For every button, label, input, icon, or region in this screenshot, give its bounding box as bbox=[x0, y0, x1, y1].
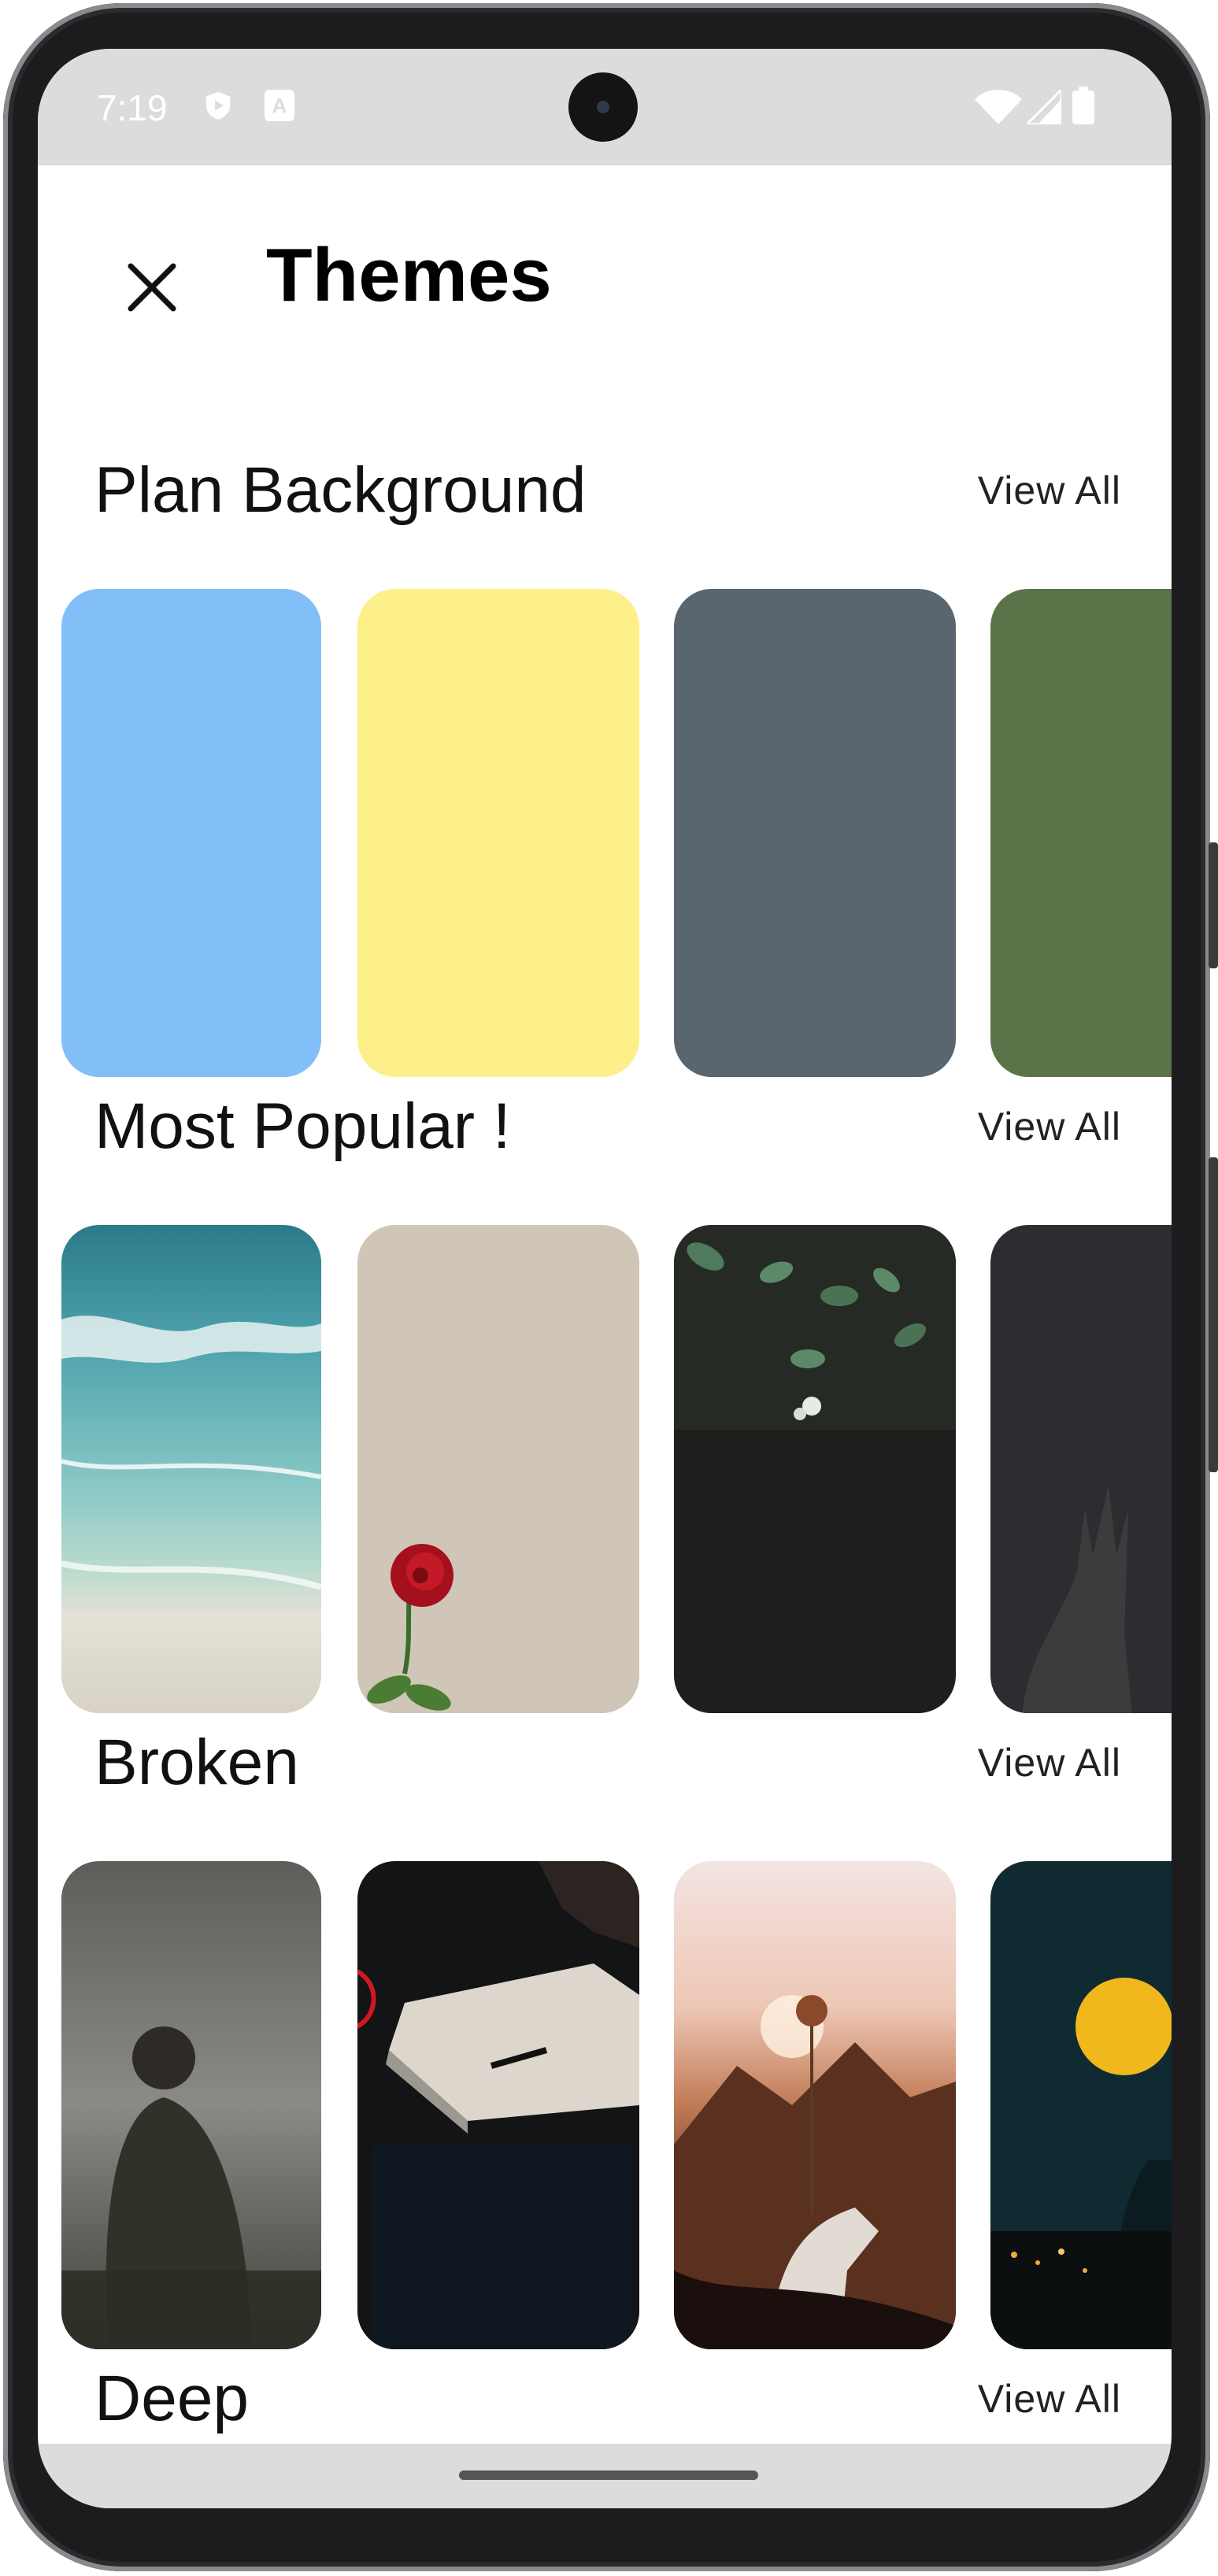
status-time: 7:19 bbox=[97, 87, 168, 128]
battery-icon bbox=[1072, 87, 1094, 124]
view-all-button[interactable]: View All bbox=[978, 1735, 1121, 1790]
view-all-button[interactable]: View All bbox=[978, 463, 1121, 518]
theme-card-moon[interactable] bbox=[990, 1861, 1172, 2349]
app-bar: Themes bbox=[38, 165, 1172, 362]
beach-image bbox=[61, 1225, 321, 1713]
app-icon: A bbox=[265, 90, 294, 121]
phone-frame: 7:19 A Themes Plan Background View All M… bbox=[0, 0, 1218, 2576]
screen: 7:19 A Themes Plan Background View All M… bbox=[38, 49, 1172, 2508]
section-title: Plan Background bbox=[94, 454, 587, 526]
power-button bbox=[1209, 1157, 1218, 1472]
section-title: Most Popular ! bbox=[94, 1090, 511, 1162]
theme-card-blue[interactable] bbox=[61, 589, 321, 1077]
moon-image bbox=[990, 1861, 1172, 2349]
most-popular-row[interactable] bbox=[38, 1225, 1172, 1713]
sunset-flower-image bbox=[674, 1861, 956, 2349]
volume-button bbox=[1209, 842, 1218, 968]
theme-card-writing[interactable] bbox=[357, 1861, 639, 2349]
front-camera bbox=[568, 72, 638, 142]
signal-icon bbox=[1027, 90, 1061, 124]
theme-card-sunset-flower[interactable] bbox=[674, 1861, 956, 2349]
view-all-button[interactable]: View All bbox=[978, 2371, 1121, 2426]
theme-card-hand[interactable] bbox=[990, 1225, 1172, 1713]
section-header-deep: Deep View All bbox=[38, 2360, 1172, 2455]
view-all-button[interactable]: View All bbox=[978, 1099, 1121, 1154]
wifi-icon bbox=[975, 90, 1022, 124]
status-bar: 7:19 A bbox=[38, 49, 1172, 165]
theme-card-yellow[interactable] bbox=[357, 589, 639, 1077]
rose-image bbox=[357, 1225, 639, 1713]
fog-person-image bbox=[61, 1861, 321, 2349]
section-header-plan-background: Plan Background View All bbox=[38, 452, 1172, 546]
theme-card-leaves[interactable] bbox=[674, 1225, 956, 1713]
section-title: Broken bbox=[94, 1727, 299, 1798]
shield-icon bbox=[205, 91, 231, 120]
page-title: Themes bbox=[266, 233, 552, 317]
leaves-image bbox=[674, 1225, 956, 1713]
section-header-broken: Broken View All bbox=[38, 1724, 1172, 1819]
broken-row[interactable] bbox=[38, 1861, 1172, 2349]
close-icon[interactable] bbox=[109, 244, 195, 331]
theme-card-green[interactable] bbox=[990, 589, 1172, 1077]
theme-card-fog-person[interactable] bbox=[61, 1861, 321, 2349]
theme-card-rose[interactable] bbox=[357, 1225, 639, 1713]
theme-card-slate[interactable] bbox=[674, 589, 956, 1077]
theme-card-beach[interactable] bbox=[61, 1225, 321, 1713]
plan-background-row[interactable] bbox=[38, 589, 1172, 1077]
hand-image bbox=[990, 1225, 1172, 1713]
home-gesture-handle[interactable] bbox=[459, 2471, 758, 2480]
section-header-most-popular: Most Popular ! View All bbox=[38, 1088, 1172, 1183]
writing-image bbox=[357, 1861, 639, 2349]
navigation-bar bbox=[38, 2444, 1172, 2508]
themes-list[interactable]: Plan Background View All Most Popular ! … bbox=[38, 364, 1172, 2463]
section-title: Deep bbox=[94, 2363, 250, 2434]
